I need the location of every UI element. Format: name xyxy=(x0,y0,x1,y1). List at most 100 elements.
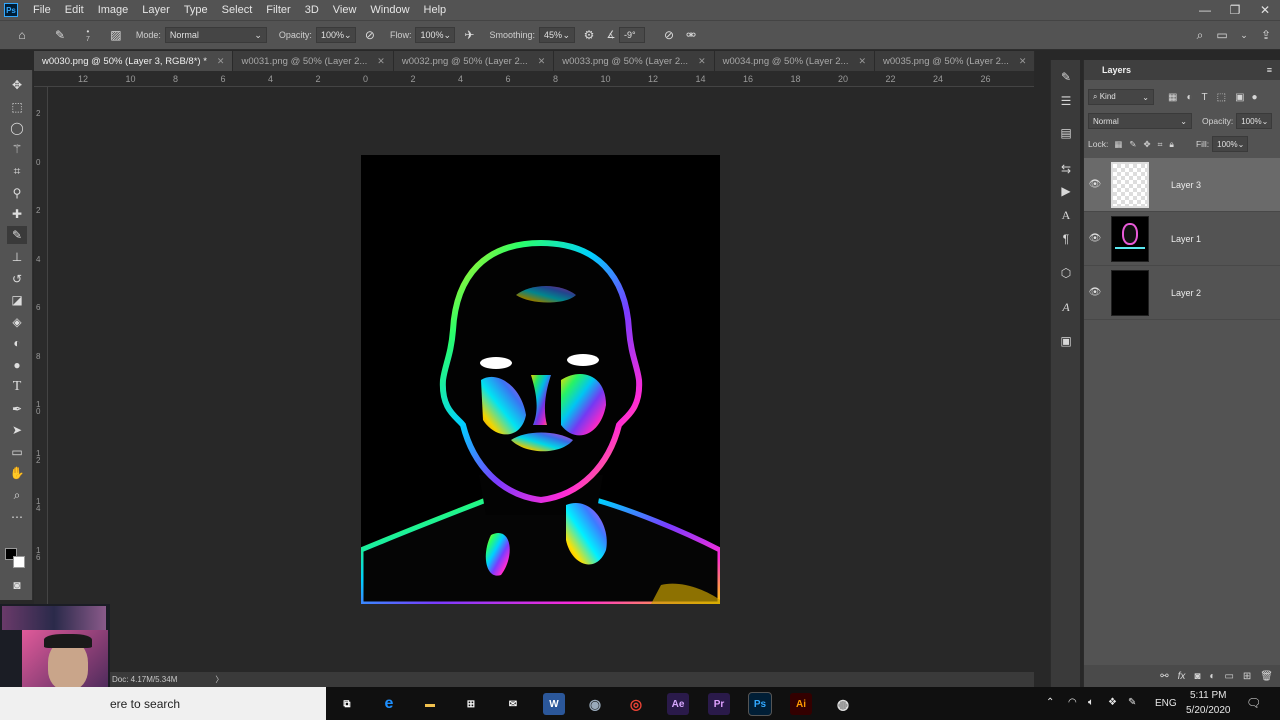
layer-name[interactable]: Layer 2 xyxy=(1171,288,1201,298)
taskbar-search-box[interactable]: ere to search xyxy=(0,687,326,720)
smoothing-field[interactable]: 45% ⌄ xyxy=(538,27,575,43)
clone-stamp-tool-icon[interactable]: ⊥ xyxy=(7,248,27,266)
home-icon[interactable]: ⌂ xyxy=(14,27,30,43)
word-icon[interactable]: W xyxy=(543,693,565,715)
airbrush-icon[interactable]: ✈ xyxy=(461,27,477,43)
blur-tool-icon[interactable]: ◐ xyxy=(7,334,27,352)
mode-select[interactable]: Normal ⌄ xyxy=(164,27,267,43)
layer-name[interactable]: Layer 1 xyxy=(1171,234,1201,244)
menu-3d[interactable]: 3D xyxy=(298,0,326,20)
blend-mode-select[interactable]: Normal ⌄ xyxy=(1088,113,1192,129)
status-menu-arrow[interactable]: 〉 xyxy=(215,674,223,685)
restore-button[interactable]: ❐ xyxy=(1220,0,1250,20)
pressure-size-icon[interactable]: ⊘ xyxy=(661,27,677,43)
close-icon[interactable]: ✕ xyxy=(698,56,706,67)
flow-field[interactable]: 100% ⌄ xyxy=(415,27,456,43)
add-mask-icon[interactable]: ◙ xyxy=(1194,671,1200,682)
after-effects-icon[interactable]: Ae xyxy=(667,693,689,715)
menu-window[interactable]: Window xyxy=(363,0,416,20)
chrome-icon[interactable]: ◎ xyxy=(625,693,647,715)
background-color-swatch[interactable] xyxy=(13,556,25,568)
smoothing-options-gear-icon[interactable]: ⚙ xyxy=(581,27,597,43)
mail-icon[interactable]: ✉ xyxy=(502,693,524,715)
dropbox-icon[interactable]: ❖ xyxy=(1108,697,1117,708)
brush-tool-icon[interactable]: ✎ xyxy=(7,226,27,244)
rectangle-tool-icon[interactable]: ▭ xyxy=(7,443,27,461)
tray-chevron-icon[interactable]: ⌃ xyxy=(1046,697,1054,708)
character-panel-icon[interactable]: A xyxy=(1057,206,1075,224)
hand-tool-icon[interactable]: ✋ xyxy=(7,464,27,482)
zoom-tool-icon[interactable]: ⌕ xyxy=(7,486,27,504)
symmetry-icon[interactable]: ⚮ xyxy=(683,27,699,43)
close-icon[interactable]: ✕ xyxy=(538,56,546,67)
eyedropper-tool-icon[interactable]: ⚲ xyxy=(7,184,27,202)
volume-icon[interactable]: 🔈︎ xyxy=(1088,697,1094,708)
more-tools-icon[interactable]: ⋯ xyxy=(7,508,27,526)
properties-panel-icon[interactable]: ▤ xyxy=(1057,124,1075,142)
menu-edit[interactable]: Edit xyxy=(58,0,91,20)
layer-opacity-field[interactable]: 100% ⌄ xyxy=(1236,113,1273,129)
libraries-panel-icon[interactable]: ▣ xyxy=(1057,332,1075,350)
new-group-icon[interactable]: ▭ xyxy=(1224,671,1233,682)
menu-help[interactable]: Help xyxy=(417,0,454,20)
marquee-tool-icon[interactable]: ⬚ xyxy=(7,98,27,116)
magic-wand-tool-icon[interactable]: ⚚ xyxy=(7,140,27,158)
pixel-filter-icon[interactable]: ▦ xyxy=(1168,92,1177,103)
delete-layer-icon[interactable]: 🗑︎ xyxy=(1260,671,1273,682)
adjustment-filter-icon[interactable]: ◐ xyxy=(1186,92,1192,103)
history-brush-tool-icon[interactable]: ↺ xyxy=(7,270,27,288)
filter-kind-select[interactable]: ⌕ Kind ⌄ xyxy=(1088,89,1154,105)
brush-preset-picker[interactable]: • 7 xyxy=(86,27,90,43)
tab-w0035[interactable]: w0035.png @ 50% (Layer 2... ✕ xyxy=(875,51,1036,71)
quick-mask-icon[interactable]: ◙ xyxy=(7,576,27,594)
minimize-button[interactable]: — xyxy=(1190,0,1220,20)
opacity-field[interactable]: 100% ⌄ xyxy=(315,27,356,43)
crop-tool-icon[interactable]: ⌗ xyxy=(7,162,27,180)
brush-settings-panel-icon[interactable]: ✎ xyxy=(1057,68,1075,86)
3d-panel-icon[interactable]: ⬡ xyxy=(1057,264,1075,282)
clock-time[interactable]: 5:11 PM xyxy=(1190,690,1227,701)
menu-layer[interactable]: Layer xyxy=(135,0,177,20)
lock-image-icon[interactable]: ✎ xyxy=(1129,139,1136,150)
type-tool-icon[interactable]: T xyxy=(7,378,27,396)
layer-row-layer-1[interactable]: 👁︎ Layer 1 xyxy=(1084,212,1280,266)
history-panel-icon[interactable]: ⇆ xyxy=(1057,160,1075,178)
angle-field[interactable]: -9° xyxy=(618,27,645,43)
path-selection-tool-icon[interactable]: ➤ xyxy=(7,421,27,439)
dodge-tool-icon[interactable]: ● xyxy=(7,356,27,374)
close-icon[interactable]: ✕ xyxy=(1019,56,1027,67)
workspace-icon[interactable]: ▭ xyxy=(1214,27,1230,43)
smart-object-filter-icon[interactable]: ▣ xyxy=(1235,92,1244,103)
menu-type[interactable]: Type xyxy=(177,0,215,20)
paragraph-panel-icon[interactable]: ¶ xyxy=(1057,230,1075,248)
menu-view[interactable]: View xyxy=(326,0,364,20)
pressure-opacity-icon[interactable]: ⊘ xyxy=(362,27,378,43)
visibility-eye-icon[interactable]: 👁︎ xyxy=(1084,179,1106,190)
eraser-tool-icon[interactable]: ◪ xyxy=(7,291,27,309)
share-icon[interactable]: ⇪ xyxy=(1258,27,1274,43)
chevron-down-icon[interactable]: ⌄ xyxy=(1236,27,1252,43)
layers-panel-title[interactable]: Layers xyxy=(1102,65,1131,75)
menu-image[interactable]: Image xyxy=(91,0,136,20)
link-layers-icon[interactable]: ⚯ xyxy=(1160,671,1168,682)
filter-toggle-icon[interactable]: ● xyxy=(1252,92,1258,103)
lock-transparent-icon[interactable]: ▦ xyxy=(1114,139,1122,150)
layer-row-layer-2[interactable]: 👁︎ Layer 2 xyxy=(1084,266,1280,320)
adjustment-layer-icon[interactable]: ◐ xyxy=(1209,671,1215,682)
tab-w0032[interactable]: w0032.png @ 50% (Layer 2... ✕ xyxy=(394,51,555,71)
menu-select[interactable]: Select xyxy=(215,0,260,20)
lasso-tool-icon[interactable]: ◯ xyxy=(7,119,27,137)
language-indicator[interactable]: ENG xyxy=(1155,698,1177,709)
clock-date[interactable]: 5/20/2020 xyxy=(1186,705,1231,716)
type-filter-icon[interactable]: T xyxy=(1202,92,1208,103)
obs-icon[interactable]: ◍ xyxy=(832,693,854,715)
move-tool-icon[interactable]: ✥ xyxy=(7,76,27,94)
layer-name[interactable]: Layer 3 xyxy=(1171,180,1201,190)
premiere-icon[interactable]: Pr xyxy=(708,693,730,715)
pen-tool-icon[interactable]: ✒ xyxy=(7,400,27,418)
brushes-panel-icon[interactable]: ☰ xyxy=(1057,92,1075,110)
network-icon[interactable]: ◠ xyxy=(1068,697,1077,708)
healing-brush-tool-icon[interactable]: ✚ xyxy=(7,205,27,223)
cinema4d-icon[interactable]: ◉ xyxy=(584,693,606,715)
document-canvas[interactable] xyxy=(361,155,720,604)
